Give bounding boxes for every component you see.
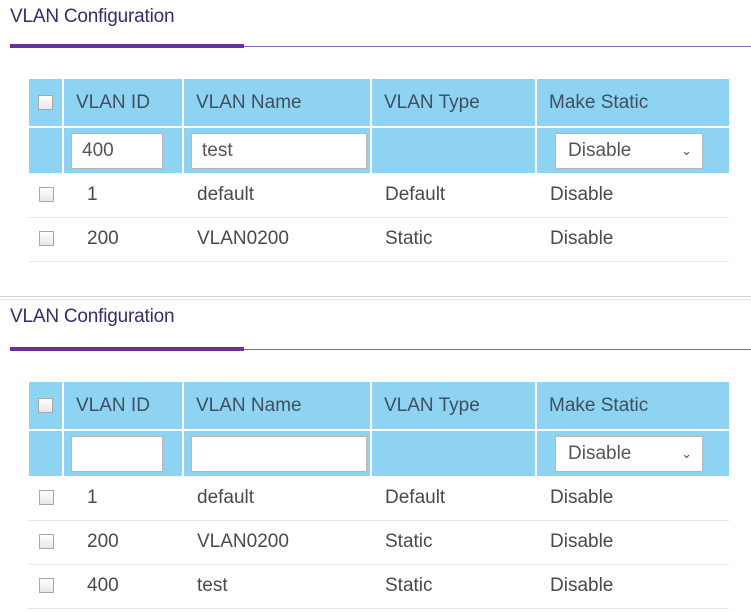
vlan-type-cell: Static <box>371 520 536 565</box>
vlan-id-cell: 200 <box>63 217 183 262</box>
chevron-down-icon: ⌄ <box>681 142 692 158</box>
vlan-config-panel-1: VLAN Configuration VLAN ID VLAN Name VLA… <box>0 0 751 296</box>
select-all-checkbox[interactable] <box>38 397 53 413</box>
row-checkbox[interactable] <box>38 490 54 506</box>
row-checkbox[interactable] <box>38 231 54 247</box>
column-header-vlan-name[interactable]: VLAN Name <box>183 79 372 127</box>
title-underline <box>10 44 244 48</box>
vlan-name-input[interactable] <box>191 435 367 472</box>
vlan-name-cell: default <box>183 173 371 218</box>
vlan-name-input-cell <box>183 429 372 476</box>
row-checkbox[interactable] <box>38 187 54 203</box>
table-row: 200 VLAN0200 Static Disable <box>29 520 729 565</box>
vlan-type-cell: Static <box>371 217 536 262</box>
column-header-vlan-name[interactable]: VLAN Name <box>183 382 372 430</box>
vlan-table: VLAN ID VLAN Name VLAN Type Make Static … <box>29 382 729 609</box>
make-static-select[interactable]: Disable ⌄ <box>555 435 703 472</box>
column-header-vlan-type[interactable]: VLAN Type <box>371 382 537 430</box>
make-static-cell: Disable <box>536 520 729 565</box>
row-check-cell <box>29 173 63 218</box>
vlan-id-input[interactable] <box>71 435 163 472</box>
add-vlan-row: Disable ⌄ <box>29 429 729 476</box>
column-header-make-static[interactable]: Make Static <box>536 382 729 430</box>
row-checkbox[interactable] <box>38 578 54 594</box>
make-static-select[interactable]: Disable ⌄ <box>555 132 703 169</box>
vlan-id-cell: 1 <box>63 173 183 218</box>
vlan-id-cell: 400 <box>63 564 183 609</box>
select-all-cell <box>29 79 64 127</box>
table-row: 1 default Default Disable <box>29 173 729 218</box>
add-vlan-row: Disable ⌄ <box>29 126 729 173</box>
title-underline <box>10 347 244 351</box>
vlan-id-cell: 200 <box>63 520 183 565</box>
make-static-cell: Disable <box>536 564 729 609</box>
vlan-id-input-cell <box>63 126 184 173</box>
column-header-vlan-type[interactable]: VLAN Type <box>371 79 537 127</box>
make-static-select-value: Disable <box>568 442 632 464</box>
make-static-cell: Disable <box>536 217 729 262</box>
row-check-cell <box>29 217 63 262</box>
table-row: 1 default Default Disable <box>29 476 729 521</box>
vlan-name-cell: VLAN0200 <box>183 520 371 565</box>
vlan-name-input[interactable] <box>191 132 367 169</box>
section-title: VLAN Configuration <box>10 306 175 327</box>
row-checkbox[interactable] <box>38 534 54 550</box>
select-all-checkbox[interactable] <box>38 94 53 110</box>
table-row: 200 VLAN0200 Static Disable <box>29 217 729 262</box>
vlan-id-input-cell <box>63 429 184 476</box>
make-static-select-value: Disable <box>568 139 632 161</box>
select-all-cell <box>29 382 64 430</box>
table-header-row: VLAN ID VLAN Name VLAN Type Make Static <box>29 382 729 430</box>
section-title: VLAN Configuration <box>10 6 175 27</box>
row-check-cell <box>29 476 63 521</box>
input-row-check-cell <box>29 126 64 173</box>
make-static-cell: Disable <box>536 476 729 521</box>
column-header-vlan-id[interactable]: VLAN ID <box>63 79 184 127</box>
vlan-name-cell: default <box>183 476 371 521</box>
input-row-check-cell <box>29 429 64 476</box>
vlan-name-input-cell <box>183 126 372 173</box>
vlan-table: VLAN ID VLAN Name VLAN Type Make Static … <box>29 79 729 262</box>
column-header-make-static[interactable]: Make Static <box>536 79 729 127</box>
make-static-cell: Disable <box>536 173 729 218</box>
vlan-type-cell: Default <box>371 173 536 218</box>
table-header-row: VLAN ID VLAN Name VLAN Type Make Static <box>29 79 729 127</box>
vlan-type-input-cell <box>371 429 537 476</box>
vlan-id-cell: 1 <box>63 476 183 521</box>
vlan-config-panel-2: VLAN Configuration VLAN ID VLAN Name VLA… <box>0 300 751 612</box>
make-static-input-cell: Disable ⌄ <box>536 429 729 476</box>
column-header-vlan-id[interactable]: VLAN ID <box>63 382 184 430</box>
vlan-type-cell: Default <box>371 476 536 521</box>
vlan-name-cell: test <box>183 564 371 609</box>
row-check-cell <box>29 564 63 609</box>
make-static-input-cell: Disable ⌄ <box>536 126 729 173</box>
vlan-id-input[interactable] <box>71 132 163 169</box>
row-check-cell <box>29 520 63 565</box>
vlan-name-cell: VLAN0200 <box>183 217 371 262</box>
vlan-type-cell: Static <box>371 564 536 609</box>
table-row: 400 test Static Disable <box>29 564 729 609</box>
vlan-type-input-cell <box>371 126 537 173</box>
chevron-down-icon: ⌄ <box>681 445 692 461</box>
